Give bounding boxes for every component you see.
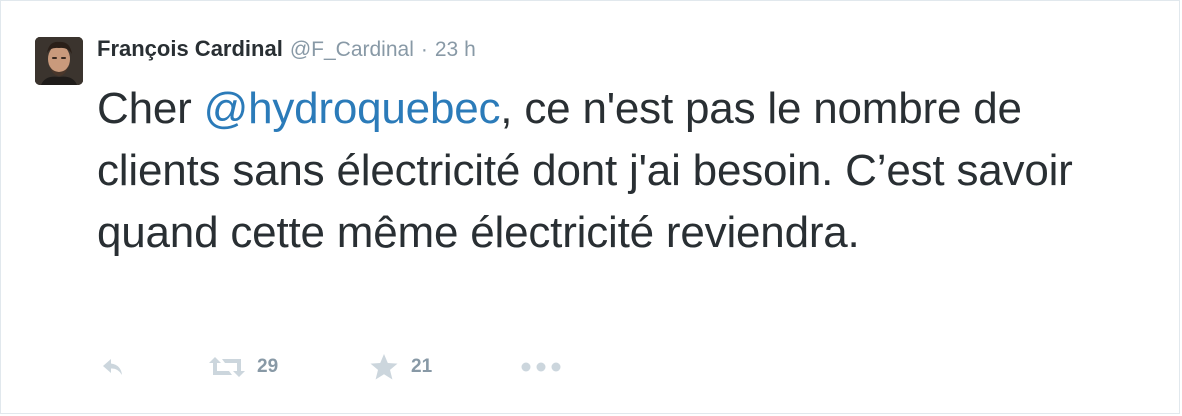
reply-button[interactable] xyxy=(101,352,125,382)
retweet-icon xyxy=(209,356,245,378)
reply-icon xyxy=(101,356,125,378)
tweet-text: Cher @hydroquebec, ce n'est pas le nombr… xyxy=(97,78,1157,264)
more-button[interactable] xyxy=(521,352,561,382)
author-handle[interactable]: @F_Cardinal xyxy=(290,38,414,62)
more-icon xyxy=(521,362,561,372)
tweet-header: François Cardinal @F_Cardinal · 23 h xyxy=(97,36,476,66)
divider xyxy=(1,0,1179,1)
favorite-button[interactable]: 21 xyxy=(369,352,432,382)
tweet-timestamp[interactable]: 23 h xyxy=(435,38,476,62)
retweet-count: 29 xyxy=(257,356,279,377)
mention-link[interactable]: @hydroquebec xyxy=(204,84,501,133)
author-name[interactable]: François Cardinal xyxy=(97,36,283,62)
separator-dot: · xyxy=(420,38,428,61)
avatar[interactable] xyxy=(35,37,83,85)
retweet-button[interactable]: 29 xyxy=(209,352,278,382)
star-icon xyxy=(369,353,399,381)
tweet-card[interactable]: François Cardinal @F_Cardinal · 23 h Che… xyxy=(0,0,1180,414)
tweet-actions: 29 21 xyxy=(101,352,601,382)
avatar-photo xyxy=(35,37,83,85)
favorite-count: 21 xyxy=(411,356,433,377)
tweet-text-start: Cher xyxy=(97,84,204,133)
